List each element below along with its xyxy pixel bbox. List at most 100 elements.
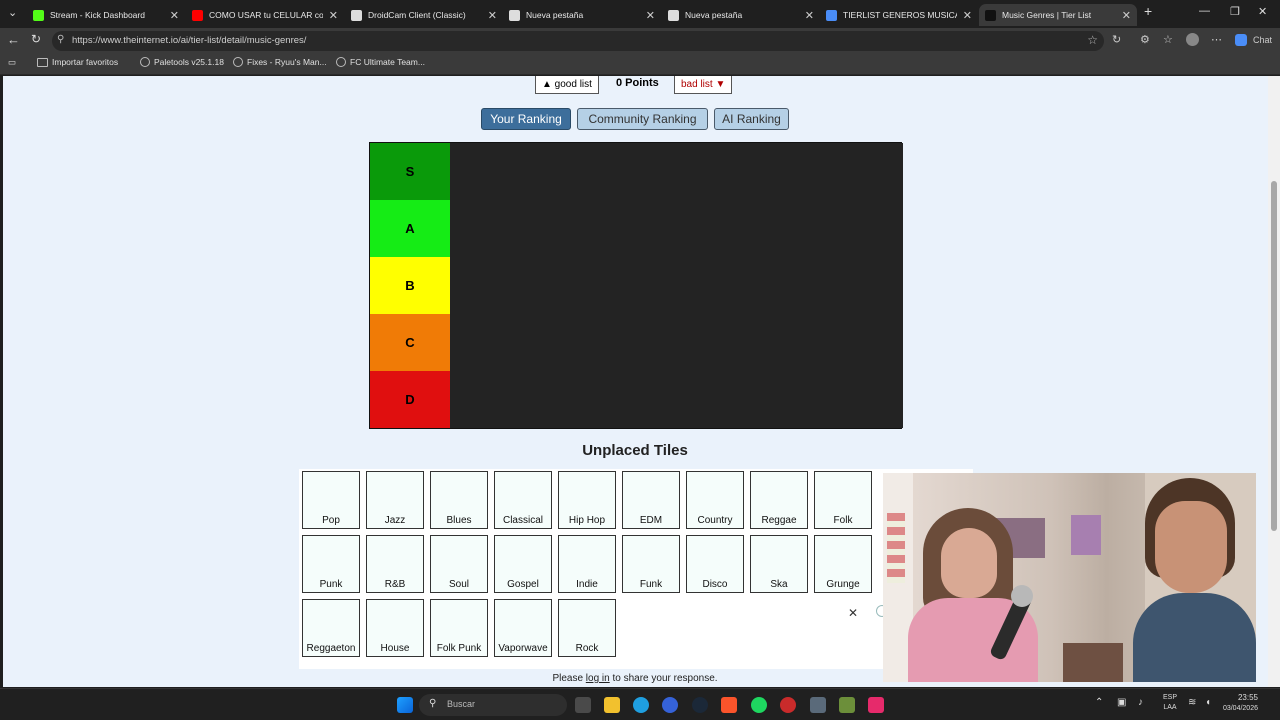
tab-close-icon[interactable]: ✕	[488, 9, 497, 22]
tab-close-icon[interactable]: ✕	[805, 9, 814, 22]
tray-app-icon[interactable]: ▣	[1117, 697, 1126, 708]
genre-tile[interactable]: Reggae	[750, 471, 808, 529]
back-arrow-icon[interactable]: ←	[7, 32, 20, 47]
genre-tile[interactable]: Gospel	[494, 535, 552, 593]
clock-time[interactable]: 23:55	[1224, 693, 1258, 702]
bookmark-fixes[interactable]: Fixes - Ryuu's Man...	[233, 57, 327, 67]
genre-tile[interactable]: Soul	[430, 535, 488, 593]
genre-tile[interactable]: House	[366, 599, 424, 657]
tray-chevron-icon[interactable]: ⌃	[1095, 697, 1103, 708]
volume-icon[interactable]: ◖	[1205, 697, 1211, 708]
good-list-button[interactable]: ▲ good list	[535, 76, 599, 94]
tier-drop-zone[interactable]	[450, 257, 903, 314]
spotify-icon[interactable]	[751, 697, 767, 713]
maximize-icon[interactable]: ❐	[1230, 5, 1240, 18]
tab-close-icon[interactable]: ✕	[170, 9, 179, 22]
brave-icon[interactable]	[721, 697, 737, 713]
genre-tile[interactable]: Ska	[750, 535, 808, 593]
community-ranking-tab[interactable]: Community Ranking	[577, 108, 708, 130]
minimize-icon[interactable]: —	[1199, 5, 1210, 17]
edge-browser-icon[interactable]	[633, 697, 649, 713]
tier-drop-zone[interactable]	[450, 143, 903, 200]
windows-start-icon[interactable]	[397, 697, 413, 713]
bad-list-button[interactable]: bad list ▼	[674, 76, 733, 94]
genre-tile[interactable]: Jazz	[366, 471, 424, 529]
window-close-icon[interactable]: ✕	[1258, 5, 1267, 18]
genre-tile[interactable]: Pop	[302, 471, 360, 529]
tier-drop-zone[interactable]	[450, 200, 903, 257]
new-tab-plus-icon[interactable]: +	[1144, 3, 1152, 19]
browser-tab[interactable]: COMO USAR tu CELULAR como M ✕	[186, 4, 344, 26]
microphone-icon[interactable]: ♪	[1138, 697, 1143, 708]
language-indicator[interactable]: ESP LAA	[1160, 693, 1180, 713]
genre-tile[interactable]: Hip Hop	[558, 471, 616, 529]
site-info-icon[interactable]: ⚲	[57, 34, 64, 45]
page-scrollbar[interactable]	[1268, 76, 1280, 687]
task-view-icon[interactable]	[575, 697, 591, 713]
tab-close-icon[interactable]: ✕	[646, 9, 655, 22]
bookmark-star-icon[interactable]: ☆	[1087, 33, 1098, 47]
ea-app-icon[interactable]	[662, 697, 678, 713]
bookmark-fc-ultimate[interactable]: FC Ultimate Team...	[336, 57, 425, 67]
genre-tile[interactable]: Grunge	[814, 535, 872, 593]
genre-tile[interactable]: Folk Punk	[430, 599, 488, 657]
sidebar-toggle-icon[interactable]: ▭	[8, 57, 16, 68]
tab-search-chevron-icon[interactable]: ⌄	[8, 6, 17, 19]
ai-ranking-tab[interactable]: AI Ranking	[714, 108, 789, 130]
chat-label[interactable]: Chat	[1253, 35, 1272, 45]
genre-tile[interactable]: Punk	[302, 535, 360, 593]
close-icon[interactable]: ✕	[848, 606, 858, 620]
browser-tab[interactable]: TIERLIST GENEROS MUSICALES - L ✕	[820, 4, 978, 26]
login-link[interactable]: log in	[586, 673, 610, 684]
tier-label[interactable]: D	[370, 371, 450, 428]
tab-close-icon[interactable]: ✕	[963, 9, 972, 22]
reload-icon[interactable]: ↻	[31, 32, 41, 46]
favorites-icon[interactable]: ☆	[1163, 33, 1173, 46]
genre-tile[interactable]: Classical	[494, 471, 552, 529]
clock-date[interactable]: 03/04/2026	[1222, 705, 1258, 712]
genre-tile[interactable]: Vaporwave	[494, 599, 552, 657]
tiktok-icon[interactable]	[868, 697, 884, 713]
tab-close-icon[interactable]: ✕	[329, 9, 338, 22]
browser-tab[interactable]: DroidCam Client (Classic) ✕	[345, 4, 503, 26]
tier-drop-zone[interactable]	[450, 314, 903, 371]
extensions-icon[interactable]: ⚙	[1140, 33, 1150, 46]
browser-tab[interactable]: Nueva pestaña ✕	[503, 4, 661, 26]
taskbar-search[interactable]: ⚲ Buscar	[419, 694, 567, 716]
bookmark-paletools[interactable]: Paletools v25.1.18	[140, 57, 224, 67]
android-app-icon[interactable]	[839, 697, 855, 713]
tier-label[interactable]: B	[370, 257, 450, 314]
tier-drop-zone[interactable]	[450, 371, 903, 428]
file-explorer-icon[interactable]	[604, 697, 620, 713]
more-menu-icon[interactable]: ⋯	[1211, 33, 1222, 46]
browser-tab[interactable]: Music Genres | Tier List ✕	[979, 4, 1137, 26]
copilot-icon[interactable]	[1235, 34, 1247, 46]
scrollbar-thumb[interactable]	[1271, 181, 1277, 531]
genre-tile[interactable]: Disco	[686, 535, 744, 593]
bookmark-import[interactable]: Importar favoritos	[37, 57, 118, 67]
steam-icon[interactable]	[692, 697, 708, 713]
browser-tab[interactable]: Stream - Kick Dashboard ✕	[27, 4, 185, 26]
profile-avatar[interactable]	[1186, 33, 1199, 46]
your-ranking-tab[interactable]: Your Ranking	[481, 108, 571, 130]
genre-tile[interactable]: Blues	[430, 471, 488, 529]
tier-label[interactable]: S	[370, 143, 450, 200]
refresh-extension-icon[interactable]: ↻	[1112, 33, 1121, 46]
genre-tile[interactable]: Funk	[622, 535, 680, 593]
genre-tile[interactable]: R&B	[366, 535, 424, 593]
genre-tile[interactable]: Indie	[558, 535, 616, 593]
genre-tile[interactable]: EDM	[622, 471, 680, 529]
tab-close-icon[interactable]: ✕	[1122, 9, 1131, 22]
genre-tile[interactable]: Country	[686, 471, 744, 529]
wifi-icon[interactable]: ≋	[1188, 697, 1196, 708]
genre-tile[interactable]: Reggaeton	[302, 599, 360, 657]
tier-label[interactable]: A	[370, 200, 450, 257]
genre-tile[interactable]: Rock	[558, 599, 616, 657]
tier-label[interactable]: C	[370, 314, 450, 371]
tab-favicon-icon	[351, 9, 362, 21]
settings-gear-icon[interactable]	[810, 697, 826, 713]
genre-tile[interactable]: Folk	[814, 471, 872, 529]
app-icon[interactable]	[780, 697, 796, 713]
browser-tab[interactable]: Nueva pestaña ✕	[662, 4, 820, 26]
address-bar[interactable]: ⚲ https://www.theinternet.io/ai/tier-lis…	[52, 31, 1104, 51]
